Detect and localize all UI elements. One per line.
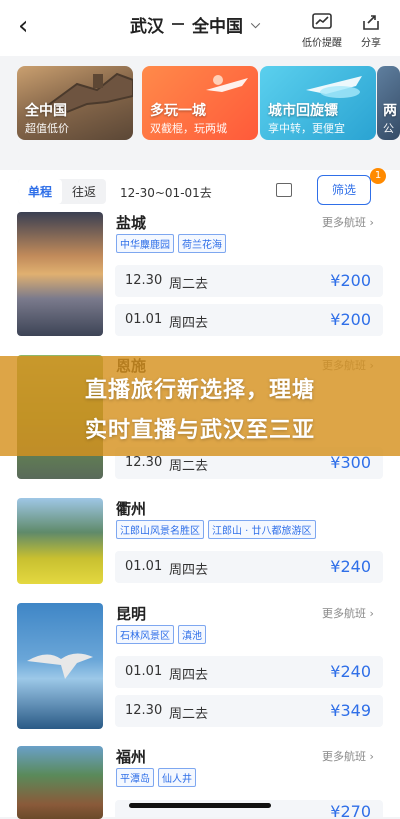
city-name: 昆明 xyxy=(116,605,147,623)
tab-one-way[interactable]: 单程 xyxy=(18,179,63,204)
promo-cards: 全中国 超值低价 多玩一城 双截棍，玩两城 城市回旋镖 享中转，更便宜 两 公 xyxy=(0,62,400,144)
fare-date: 12.30 xyxy=(125,273,163,288)
top-bar: ‹ 武汉 全中国 ⌵ 低价提醒 分享 xyxy=(0,0,400,56)
destination-list: 盐城 更多航班 › 中华麋鹿园 荷兰花海 12.30 周二去 ¥200 01.0… xyxy=(0,210,400,819)
fare-weekday: 周二去 xyxy=(169,277,209,292)
attraction-tag: 滇池 xyxy=(178,625,206,644)
calendar-icon[interactable] xyxy=(276,183,292,197)
fare-weekday: 周四去 xyxy=(169,668,209,683)
attraction-tag: 江郎山风景名胜区 xyxy=(116,520,204,539)
fare-price: ¥240 xyxy=(330,662,371,681)
destination-photo xyxy=(17,212,103,336)
attraction-tags: 平潭岛 仙人井 xyxy=(116,768,196,787)
fare-date: 01.01 xyxy=(125,664,163,679)
promo-card-two-cities[interactable]: 多玩一城 双截棍，玩两城 xyxy=(142,66,258,140)
fare-price: ¥200 xyxy=(330,271,371,290)
fare-price: ¥270 xyxy=(330,802,371,817)
attraction-tag: 荷兰花海 xyxy=(178,234,226,253)
filter-count-badge: 1 xyxy=(370,168,386,184)
seagull-illustration xyxy=(27,653,93,679)
attraction-tag: 仙人井 xyxy=(158,768,196,787)
attraction-tags: 中华麋鹿园 荷兰花海 xyxy=(116,234,226,253)
filter-bar: 单程 往返 12-30~01-01去 筛选 1 xyxy=(0,168,400,210)
chevron-down-icon: ⌵ xyxy=(251,16,261,31)
promo-title: 两 xyxy=(383,103,397,119)
destination-photo xyxy=(17,603,103,729)
overlay-banner: 直播旅行新选择，理塘 实时直播与武汉至三亚 xyxy=(0,356,400,456)
attraction-tags: 石林风景区 滇池 xyxy=(116,625,206,644)
banner-line-2: 实时直播与武汉至三亚 xyxy=(84,418,315,443)
attraction-tags: 江郎山风景名胜区 江郎山 · 廿八都旅游区 xyxy=(116,520,316,539)
tab-round-trip[interactable]: 往返 xyxy=(62,179,106,204)
share-icon xyxy=(363,15,379,30)
fare-date: 01.01 xyxy=(125,312,163,327)
promo-subtitle: 双截棍，玩两城 xyxy=(150,122,227,135)
promo-title: 城市回旋镖 xyxy=(268,103,338,119)
banner-line-1: 直播旅行新选择，理塘 xyxy=(84,378,315,403)
promo-title: 全中国 xyxy=(25,103,67,119)
destination-photo xyxy=(17,746,103,819)
fare-price: ¥240 xyxy=(330,557,371,576)
share-label: 分享 xyxy=(361,38,381,49)
origin-city[interactable]: 武汉 xyxy=(130,12,164,37)
promo-card-partial[interactable]: 两 公 xyxy=(377,66,400,140)
attraction-tag: 中华麋鹿园 xyxy=(116,234,174,253)
fare-date: 12.30 xyxy=(125,703,163,718)
fare-row[interactable]: 01.01 周四去 ¥200 xyxy=(115,304,383,336)
promo-subtitle: 超值低价 xyxy=(25,122,69,135)
attraction-tag: 江郎山 · 廿八都旅游区 xyxy=(208,520,316,539)
promo-card-boomerang[interactable]: 城市回旋镖 享中转，更便宜 xyxy=(260,66,376,140)
destination-photo xyxy=(17,498,103,584)
more-flights-link[interactable]: 更多航班 › xyxy=(322,214,374,230)
fare-row[interactable]: 01.01 周四去 ¥240 xyxy=(115,551,383,583)
destination-city[interactable]: 全中国 xyxy=(192,12,243,37)
fare-price: ¥349 xyxy=(330,701,371,720)
attraction-tag: 石林风景区 xyxy=(116,625,174,644)
more-flights-link[interactable]: 更多航班 › xyxy=(322,748,374,764)
plane-icon xyxy=(306,76,362,98)
promo-subtitle: 享中转，更便宜 xyxy=(268,122,345,135)
fare-weekday: 周二去 xyxy=(169,459,209,474)
back-button[interactable]: ‹ xyxy=(18,12,42,40)
fare-row[interactable]: 12.30 周二去 ¥200 xyxy=(115,265,383,297)
fare-weekday: 周二去 xyxy=(169,707,209,722)
filter-button[interactable]: 筛选 xyxy=(317,175,371,205)
fare-row[interactable]: 01.01 周四去 ¥240 xyxy=(115,656,383,688)
city-name: 衢州 xyxy=(116,500,147,518)
fare-row[interactable]: 12.30 周二去 ¥349 xyxy=(115,695,383,727)
fare-price: ¥200 xyxy=(330,310,371,329)
plane-icon xyxy=(206,75,248,92)
fare-weekday: 周四去 xyxy=(169,563,209,578)
share-button[interactable]: 分享 xyxy=(360,12,382,49)
promo-card-all-china[interactable]: 全中国 超值低价 xyxy=(17,66,133,140)
trip-type-tabs: 单程 往返 xyxy=(18,179,107,204)
price-alert-icon xyxy=(312,13,332,29)
fare-date: 01.01 xyxy=(125,559,163,574)
route-title[interactable]: 武汉 全中国 ⌵ xyxy=(130,10,260,38)
attraction-tag: 平潭岛 xyxy=(116,768,154,787)
route-separator xyxy=(172,23,184,25)
more-flights-link[interactable]: 更多航班 › xyxy=(322,605,374,621)
city-name: 福州 xyxy=(116,748,147,766)
home-indicator xyxy=(129,803,271,808)
city-name: 盐城 xyxy=(116,214,147,232)
fare-date: 12.30 xyxy=(125,455,163,470)
promo-title: 多玩一城 xyxy=(150,103,206,119)
price-alert-label: 低价提醒 xyxy=(302,38,342,49)
price-alert-button[interactable]: 低价提醒 xyxy=(302,12,342,49)
date-range[interactable]: 12-30~01-01去 xyxy=(120,184,212,201)
fare-weekday: 周四去 xyxy=(169,316,209,331)
promo-subtitle: 公 xyxy=(383,122,394,135)
